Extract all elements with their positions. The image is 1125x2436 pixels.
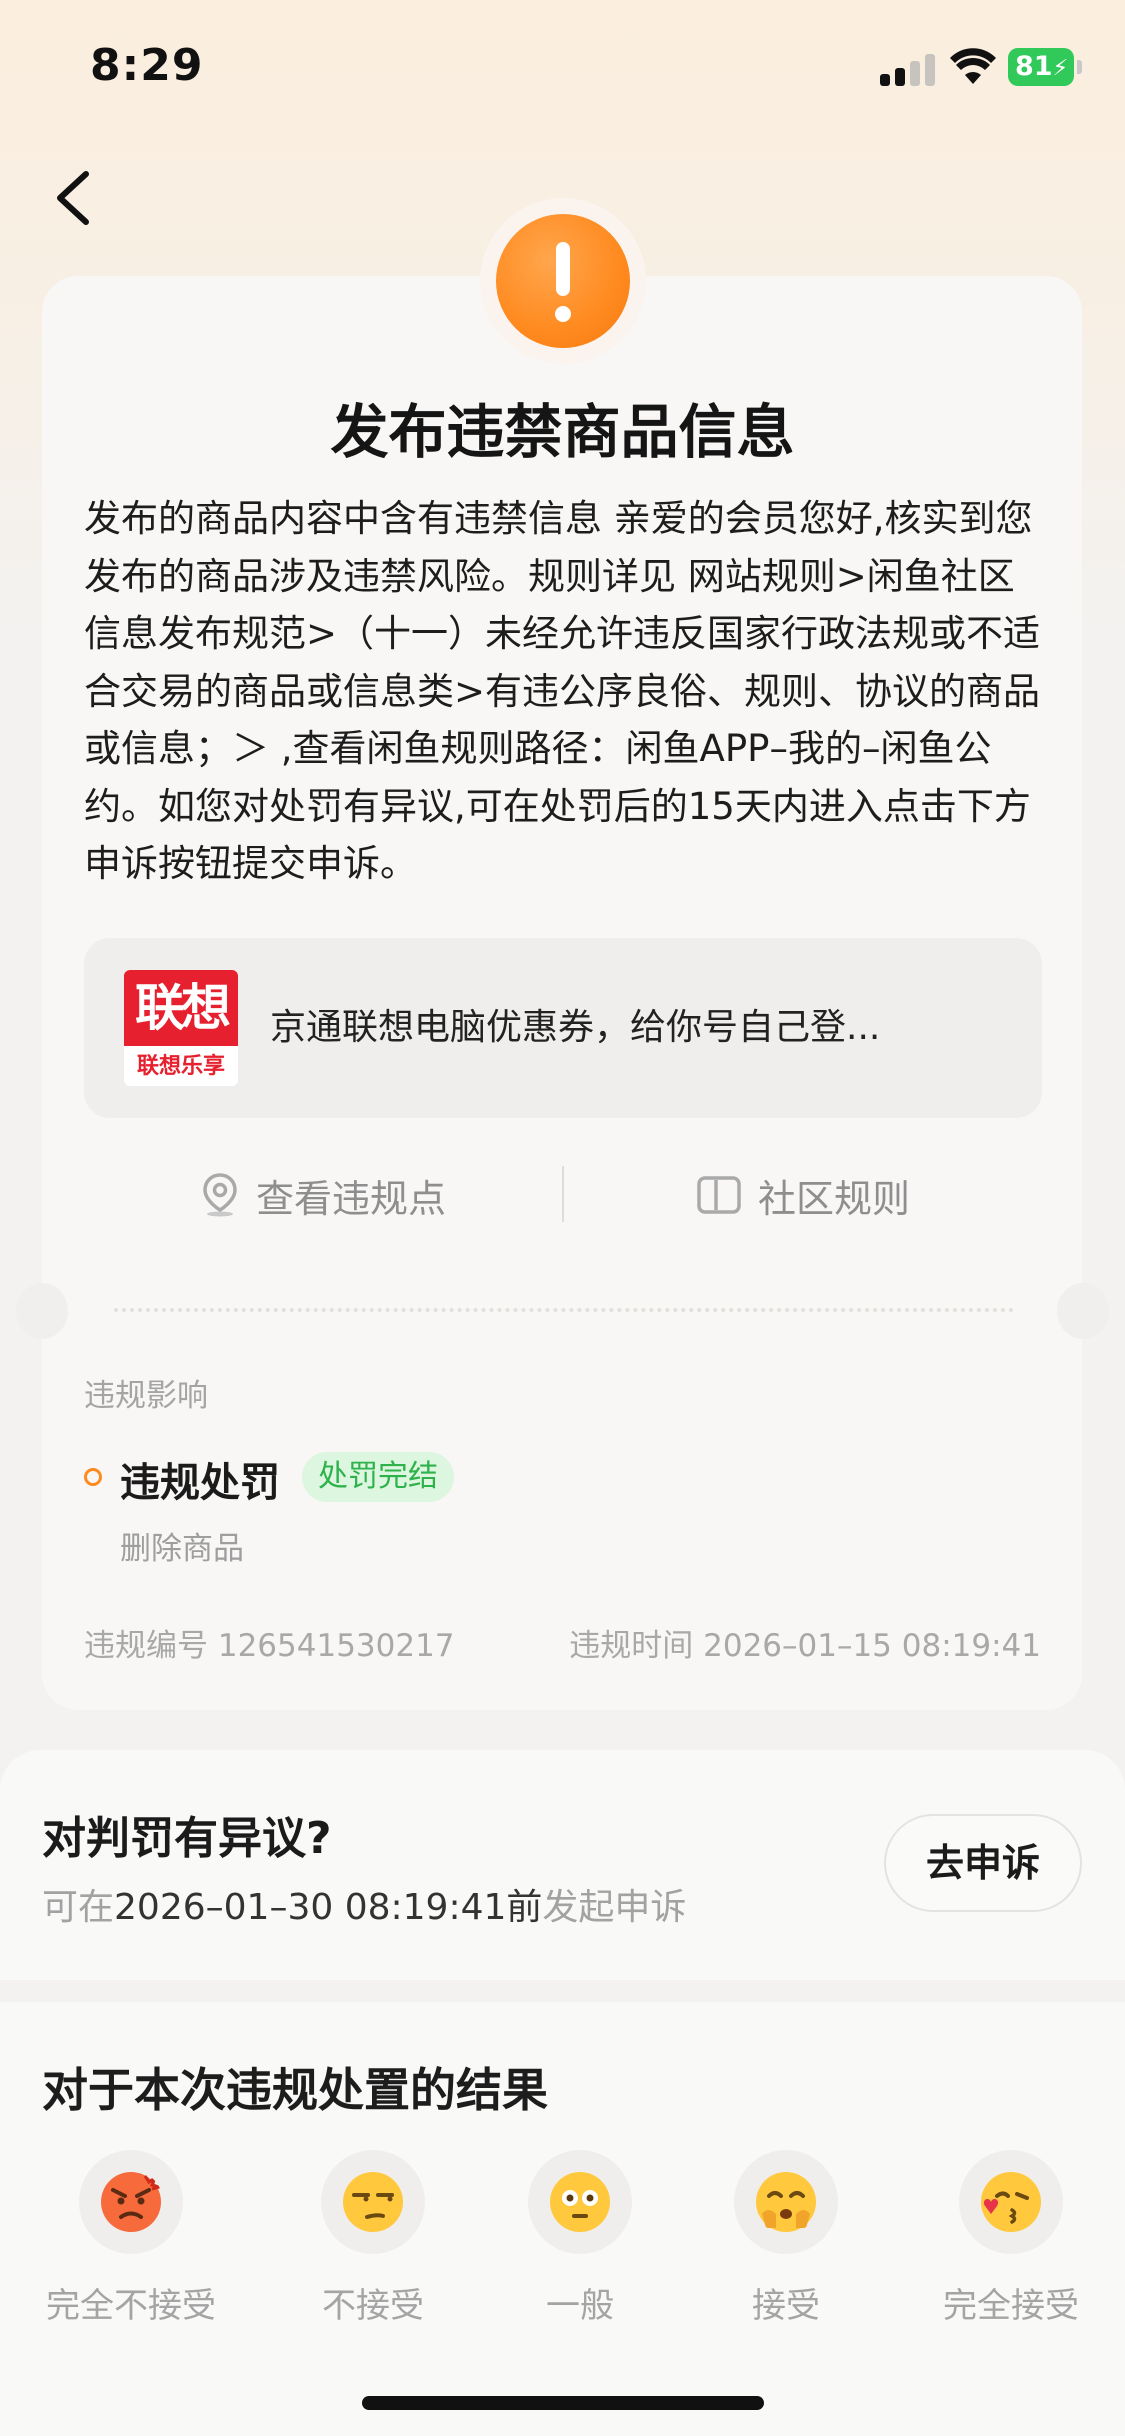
status-bar: 8:29 81⚡ [0,0,1125,140]
feedback-option-strongly-accept[interactable]: 完全接受 [911,2150,1111,2330]
ticket-notch-right [1057,1283,1109,1339]
neutral-face-icon [550,2172,610,2232]
view-violation-points-label: 查看违规点 [256,1176,447,1221]
appeal-deadline: 2026–01–30 08:19:41前 [114,1887,543,1928]
back-button[interactable] [48,160,108,236]
community-rules-label: 社区规则 [758,1176,911,1221]
emoji-background [528,2150,632,2254]
emoji-background [734,2150,838,2254]
timeline-dot-icon [84,1468,102,1486]
emoji-background [321,2150,425,2254]
signal-icon [880,52,936,86]
unamused-face-icon [343,2172,403,2232]
feedback-option-strongly-reject[interactable]: 完全不接受 [31,2150,231,2330]
status-badge: 处罚完结 [302,1452,454,1502]
penalty-detail: 删除商品 [120,1531,244,1567]
feedback-option-label: 接受 [752,2286,820,2326]
violation-title: 发布违禁商品信息 [330,398,795,466]
feedback-option-neutral[interactable]: 一般 [480,2150,680,2330]
smiling-face-icon [756,2172,816,2232]
impact-label: 违规影响 [84,1378,208,1414]
feedback-section: 对于本次违规处置的结果 完全不接受 不接受 一般 接受 完全接受 [0,2002,1125,2436]
appeal-suffix: 发起申诉 [542,1887,687,1928]
logo-sub-text: 联想乐享 [136,1054,225,1079]
feedback-option-label: 不接受 [322,2286,424,2326]
status-time: 8:29 [90,40,204,91]
product-card[interactable]: 联想 联想乐享 京通联想电脑优惠券，给你号自己登... [84,938,1042,1118]
product-thumbnail: 联想 联想乐享 [124,970,238,1086]
battery-icon: 81⚡ [1008,48,1074,86]
home-indicator[interactable] [362,2396,764,2410]
feedback-option-label: 一般 [546,2286,614,2326]
battery-level: 81 [1015,51,1053,82]
kissing-face-icon [981,2172,1041,2232]
action-divider [562,1166,564,1222]
emoji-background [959,2150,1063,2254]
appeal-section: 对判罚有异议? 可在2026–01–30 08:19:41前发起申诉 去申诉 [0,1750,1125,1980]
exclamation-icon [496,214,630,348]
appeal-button[interactable]: 去申诉 [884,1814,1082,1912]
emoji-background [79,2150,183,2254]
feedback-option-label: 完全接受 [943,2286,1079,2326]
penalty-title: 违规处罚 [120,1460,280,1506]
angry-face-icon [101,2172,163,2232]
appeal-deadline-text: 可在2026–01–30 08:19:41前发起申诉 [42,1878,686,1930]
wifi-icon [950,48,996,84]
violation-description: 发布的商品内容中含有违禁信息 亲爱的会员您好,核实到您发布的商品涉及违禁风险。规… [84,497,1041,885]
battery-tip [1077,60,1082,74]
action-row: 查看违规点 社区规则 [84,1160,1042,1230]
ticket-notch-left [16,1283,68,1339]
feedback-option-accept[interactable]: 接受 [686,2150,886,2330]
logo-main-text: 联想 [124,970,238,1046]
appeal-prefix: 可在 [42,1887,115,1928]
ticket-perforation [114,1308,1014,1312]
violation-time: 违规时间 2026–01–15 08:19:41 [569,1628,1041,1664]
feedback-title: 对于本次违规处置的结果 [42,2063,548,2117]
feedback-option-reject[interactable]: 不接受 [273,2150,473,2330]
chevron-left-icon [57,171,89,225]
book-icon [697,1176,741,1214]
feedback-option-label: 完全不接受 [46,2286,216,2326]
product-title: 京通联想电脑优惠券，给你号自己登... [270,1007,881,1048]
appeal-title: 对判罚有异议? [42,1813,332,1864]
violation-id: 违规编号 126541530217 [84,1628,455,1664]
location-pin-icon [203,1173,237,1217]
view-violation-points-button[interactable]: 查看违规点 [200,1160,446,1230]
community-rules-button[interactable]: 社区规则 [696,1160,910,1230]
